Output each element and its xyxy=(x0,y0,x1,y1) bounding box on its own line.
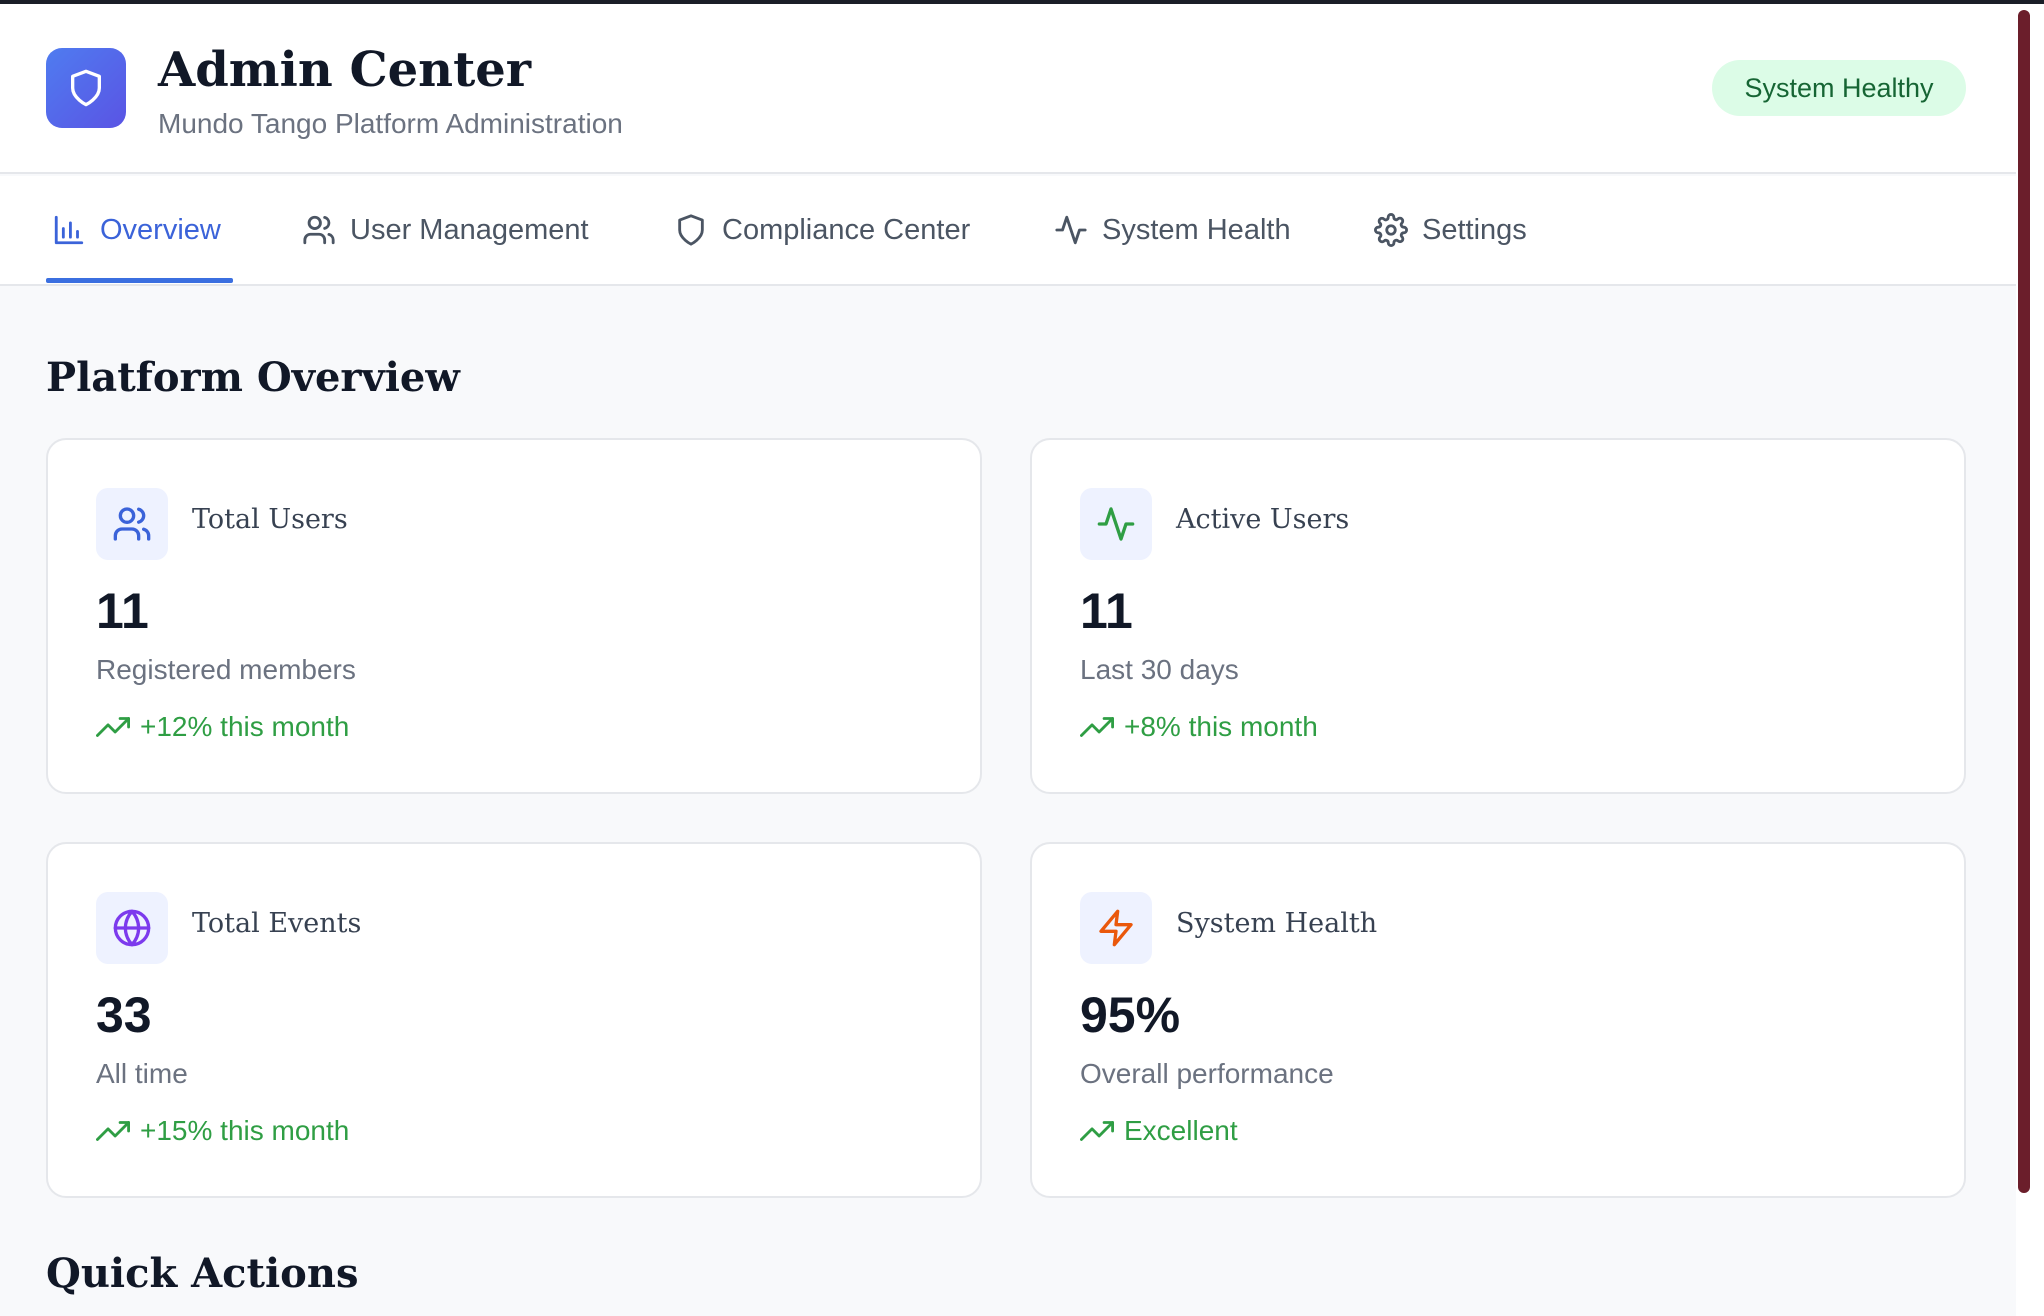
page-subtitle: Mundo Tango Platform Administration xyxy=(158,108,623,139)
tab-system-health[interactable]: System Health xyxy=(1054,176,1291,284)
tab-label: System Health xyxy=(1102,213,1291,246)
tab-settings[interactable]: Settings xyxy=(1374,176,1527,284)
card-icon-container xyxy=(96,488,168,560)
card-value: 33 xyxy=(96,987,152,1043)
section-title-quick-actions: Quick Actions xyxy=(46,1250,359,1297)
card-description: Overall performance xyxy=(1080,1058,1334,1089)
activity-icon xyxy=(1097,507,1135,541)
card-label: Total Users xyxy=(192,504,348,535)
users-icon xyxy=(303,215,335,245)
globe-icon xyxy=(113,909,151,947)
card-trend: +8% this month xyxy=(1080,710,1318,744)
card-description: Registered members xyxy=(96,654,356,685)
users-icon xyxy=(113,507,151,541)
trend-text: Excellent xyxy=(1124,1115,1238,1146)
tab-label: Settings xyxy=(1422,213,1527,246)
stat-card-total-events: Total Events 33 All time +15% this month xyxy=(46,842,982,1198)
trending-up-icon xyxy=(96,1121,130,1141)
tab-bar: Overview User Management Compliance Cent… xyxy=(0,176,2016,286)
shield-icon xyxy=(71,69,102,107)
trending-up-icon xyxy=(1080,717,1114,737)
card-value: 11 xyxy=(96,583,149,639)
card-description: Last 30 days xyxy=(1080,654,1239,685)
tab-label: Overview xyxy=(100,213,221,246)
card-icon-container xyxy=(1080,892,1152,964)
trend-text: +15% this month xyxy=(140,1115,350,1146)
card-trend: Excellent xyxy=(1080,1114,1238,1148)
card-icon-container xyxy=(96,892,168,964)
stat-card-system-health: System Health 95% Overall performance Ex… xyxy=(1030,842,1966,1198)
trending-up-icon xyxy=(96,717,130,737)
tab-compliance-center[interactable]: Compliance Center xyxy=(674,176,970,284)
logo xyxy=(46,48,126,128)
gear-icon xyxy=(1374,213,1408,247)
card-value: 95% xyxy=(1080,987,1181,1043)
card-value: 11 xyxy=(1080,583,1133,639)
tab-label: Compliance Center xyxy=(722,213,971,246)
card-trend: +15% this month xyxy=(96,1114,349,1148)
shield-icon xyxy=(678,214,704,246)
trend-text: +12% this month xyxy=(140,711,350,742)
page-header: Admin Center Mundo Tango Platform Admini… xyxy=(0,4,2016,174)
stat-card-active-users: Active Users 11 Last 30 days +8% this mo… xyxy=(1030,438,1966,794)
trend-text: +8% this month xyxy=(1124,711,1318,742)
card-label: Total Events xyxy=(192,908,362,939)
activity-icon xyxy=(1055,215,1087,245)
status-badge: System Healthy xyxy=(1712,60,1966,116)
admin-window: Admin Center Mundo Tango Platform Admini… xyxy=(0,4,2016,1316)
bar-chart-icon xyxy=(54,215,84,245)
scrollbar-thumb[interactable] xyxy=(2018,10,2030,1193)
tab-overview[interactable]: Overview xyxy=(52,176,221,284)
stat-card-total-users: Total Users 11 Registered members +12% t… xyxy=(46,438,982,794)
zap-icon xyxy=(1099,909,1133,947)
trending-up-icon xyxy=(1080,1121,1114,1141)
card-description: All time xyxy=(96,1058,188,1089)
section-title-platform-overview: Platform Overview xyxy=(46,354,460,401)
tab-user-management[interactable]: User Management xyxy=(302,176,589,284)
tab-label: User Management xyxy=(350,213,589,246)
active-tab-indicator xyxy=(46,278,233,283)
card-icon-container xyxy=(1080,488,1152,560)
page-title: Admin Center xyxy=(158,42,532,98)
card-label: System Health xyxy=(1176,908,1378,939)
card-trend: +12% this month xyxy=(96,710,349,744)
card-label: Active Users xyxy=(1176,504,1350,535)
